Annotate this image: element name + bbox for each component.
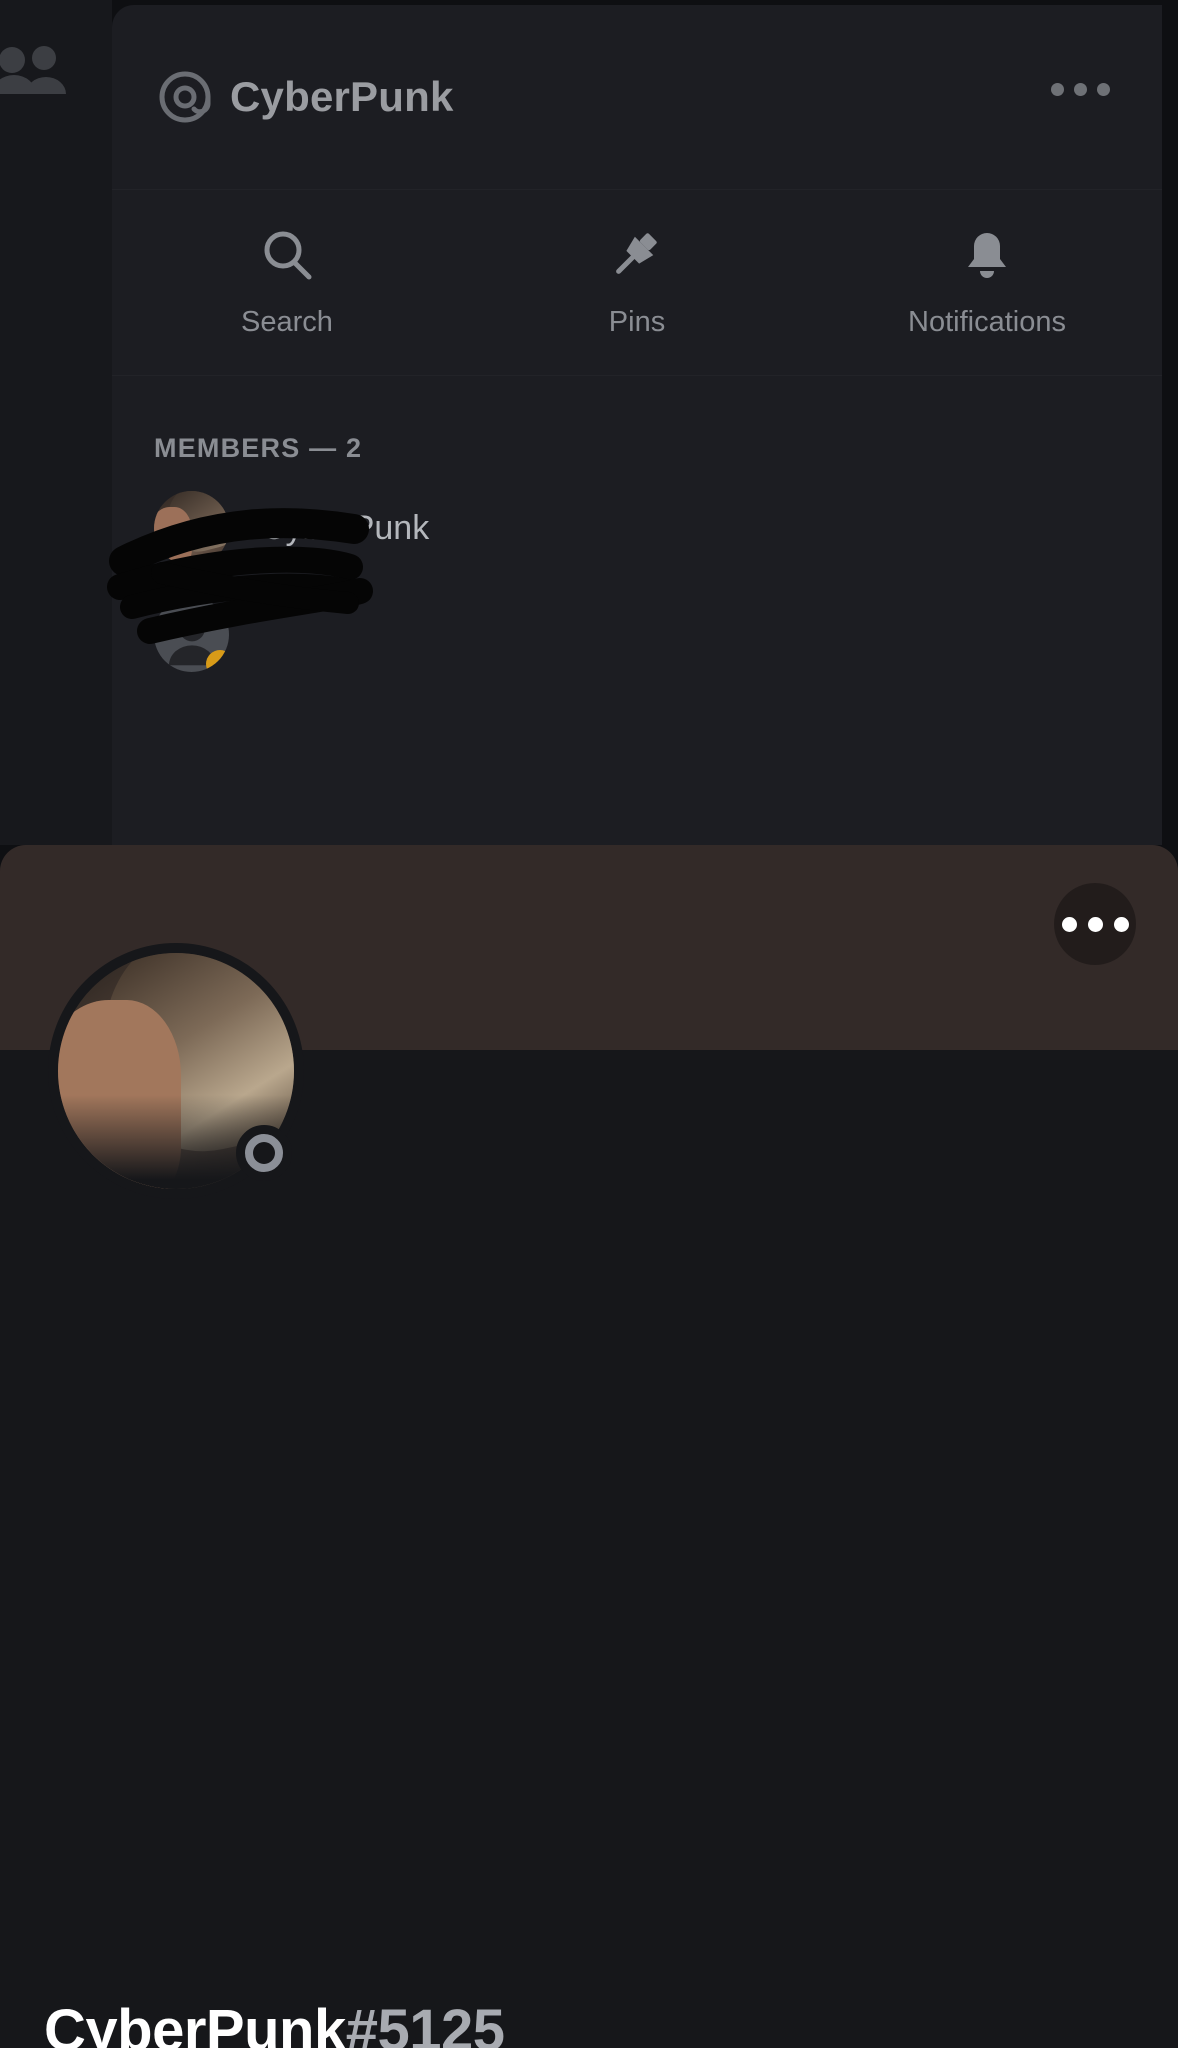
search-icon xyxy=(259,227,315,288)
member-list-header: MEMBERS — 2 xyxy=(154,433,363,463)
overflow-menu-icon[interactable] xyxy=(1051,83,1110,96)
at-mention-icon xyxy=(156,68,214,126)
app-root: CyberPunk Search Pins Notifications MEMB… xyxy=(0,0,1178,2048)
list-item[interactable] xyxy=(112,570,1162,676)
list-item[interactable]: CyberPunk xyxy=(112,464,1162,570)
avatar[interactable] xyxy=(48,943,304,1199)
notifications-label: Notifications xyxy=(908,306,1066,338)
member-list: MEMBERS — 2 CyberPunk xyxy=(112,377,1162,676)
avatar xyxy=(154,596,229,672)
bell-icon xyxy=(959,227,1015,288)
discriminator: #5125 xyxy=(345,1998,505,2048)
page-title: CyberPunk xyxy=(230,73,454,120)
avatar xyxy=(154,490,229,566)
username: CyberPunk xyxy=(44,1998,346,2048)
user-profile-sheet: CyberPunk #5125 Message xyxy=(0,845,1178,2048)
channel-panel: CyberPunk Search Pins Notifications MEMB… xyxy=(107,5,1162,845)
pin-icon xyxy=(609,227,665,288)
status-badge xyxy=(236,1125,292,1181)
member-name: CyberPunk xyxy=(261,508,430,547)
search-label: Search xyxy=(241,306,333,338)
overflow-menu-icon[interactable] xyxy=(1054,883,1136,965)
search-button[interactable]: Search xyxy=(112,191,462,375)
channel-header: CyberPunk xyxy=(112,5,1162,190)
pins-button[interactable]: Pins xyxy=(462,191,812,375)
members-group-icon[interactable] xyxy=(0,42,66,96)
status-badge xyxy=(206,649,229,672)
left-rail xyxy=(0,0,112,845)
profile-name: CyberPunk #5125 xyxy=(44,1997,505,2048)
pins-label: Pins xyxy=(608,306,666,338)
channel-toolbar: Search Pins Notifications xyxy=(112,191,1162,376)
notifications-button[interactable]: Notifications xyxy=(812,191,1162,375)
